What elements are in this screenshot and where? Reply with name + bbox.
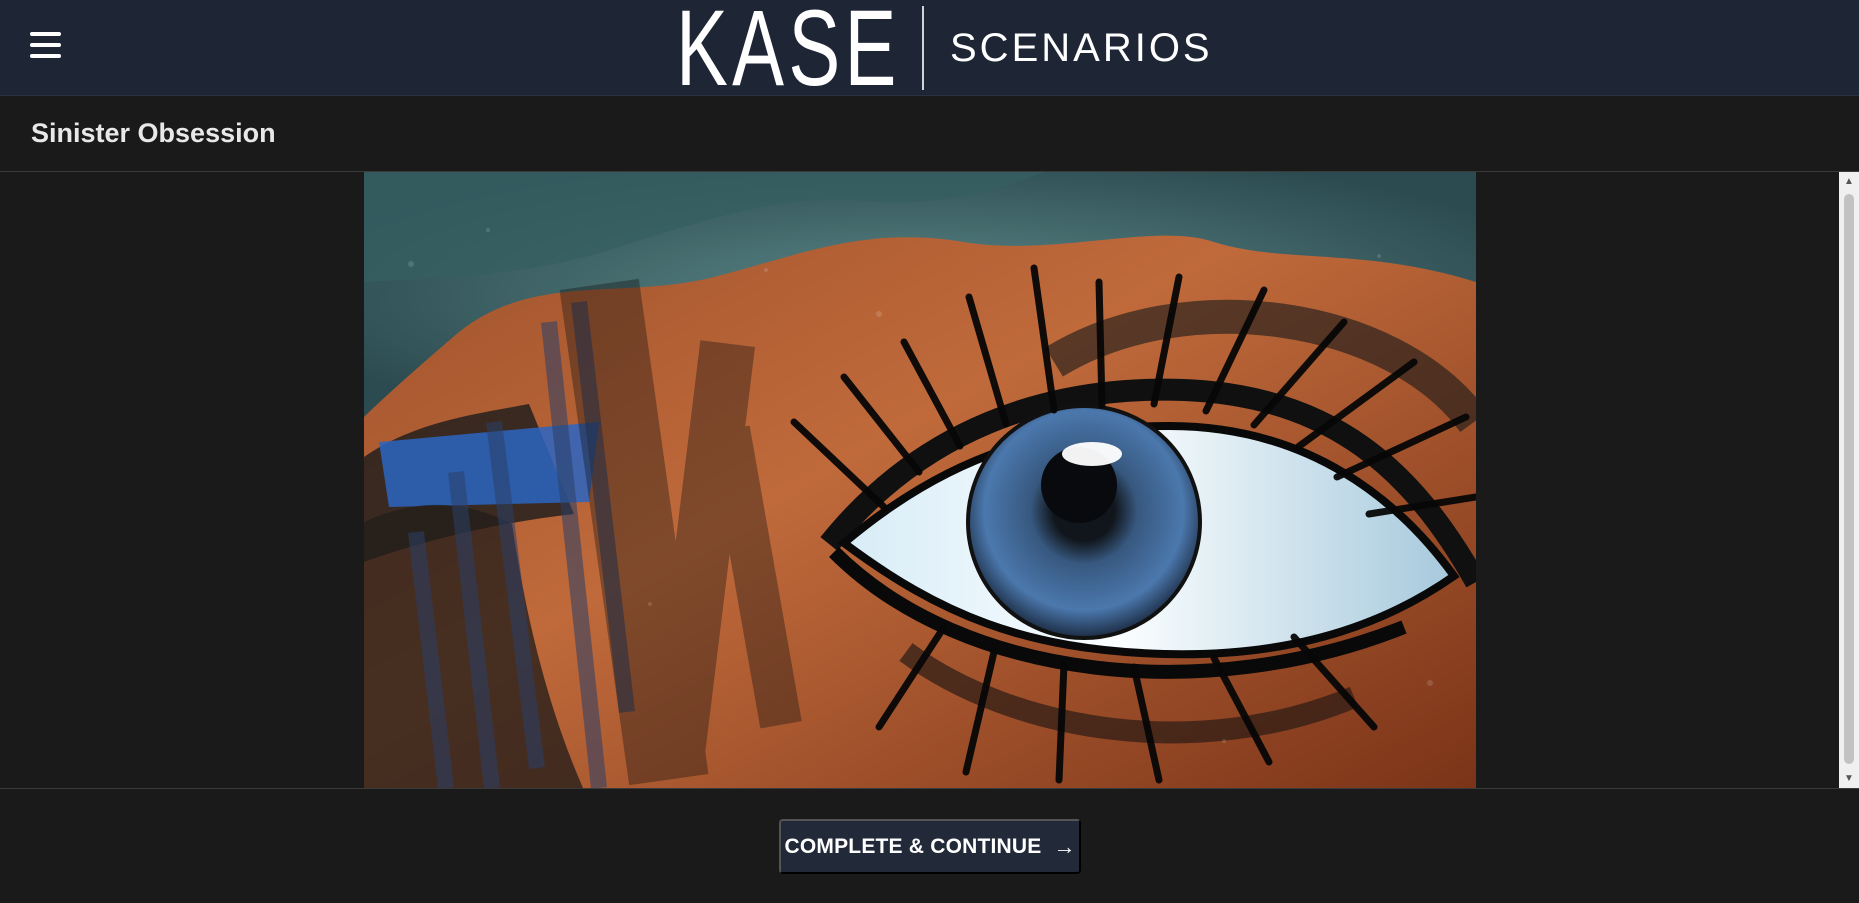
brand-logo: KASE bbox=[676, 0, 901, 108]
scroll-up-arrow-icon[interactable]: ▲ bbox=[1839, 174, 1859, 190]
vertical-scrollbar[interactable]: ▲ ▼ bbox=[1839, 172, 1859, 788]
eye-illustration-image bbox=[364, 172, 1476, 788]
brand-subtitle: SCENARIOS bbox=[950, 26, 1213, 70]
lesson-footer: COMPLETE & CONTINUE → bbox=[0, 789, 1859, 903]
page-title-bar: Sinister Obsession bbox=[0, 96, 1859, 172]
scroll-down-arrow-icon[interactable]: ▼ bbox=[1839, 771, 1859, 787]
menu-line bbox=[30, 43, 61, 47]
top-navigation-bar: KASE SCENARIOS bbox=[0, 0, 1859, 108]
brand-logo-group[interactable]: KASE SCENARIOS bbox=[676, 0, 1210, 108]
complete-and-continue-button[interactable]: COMPLETE & CONTINUE → bbox=[779, 819, 1081, 874]
hamburger-menu-icon[interactable] bbox=[30, 32, 64, 62]
menu-line bbox=[30, 54, 61, 58]
brand-divider bbox=[922, 6, 924, 90]
app-root: KASE SCENARIOS Sinister Obsession ▲ ▼ CO… bbox=[0, 0, 1859, 903]
page-title: Sinister Obsession bbox=[31, 118, 276, 148]
lesson-content-area[interactable]: ▲ ▼ bbox=[0, 172, 1859, 789]
scrollbar-thumb[interactable] bbox=[1844, 194, 1854, 764]
eye-illustration-svg bbox=[364, 172, 1476, 788]
menu-line bbox=[30, 32, 61, 36]
arrow-right-icon: → bbox=[1053, 833, 1076, 859]
complete-and-continue-label: COMPLETE & CONTINUE bbox=[784, 834, 1042, 858]
